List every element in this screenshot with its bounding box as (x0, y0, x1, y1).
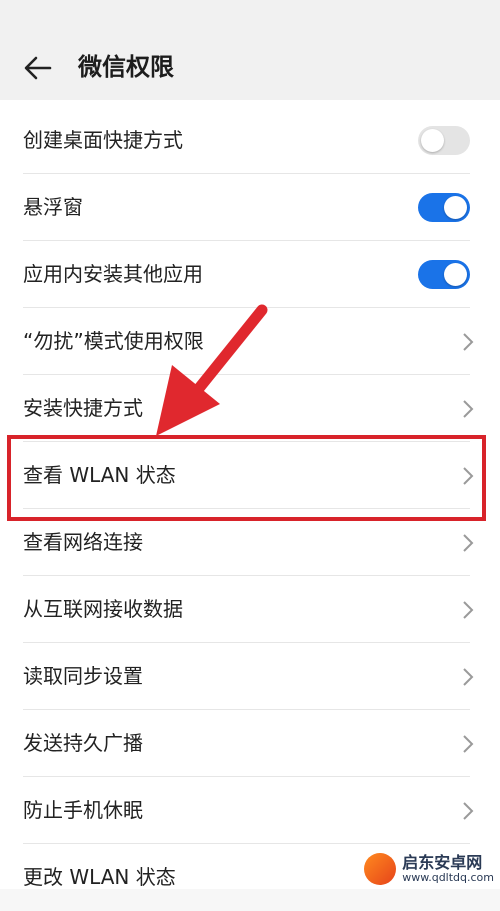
row-label: 安装快捷方式 (23, 396, 143, 420)
chevron-right-icon (463, 534, 474, 552)
permission-row-dnd-access[interactable]: “勿扰”模式使用权限 (0, 308, 500, 375)
toggle-knob (444, 263, 467, 286)
page-title: 微信权限 (78, 53, 174, 81)
toggle-switch-on[interactable] (418, 260, 470, 289)
row-label: “勿扰”模式使用权限 (23, 329, 204, 353)
toggle-knob (421, 129, 444, 152)
chevron-right-icon (463, 802, 474, 820)
permission-row-view-network[interactable]: 查看网络连接 (0, 509, 500, 576)
permission-row-create-shortcut[interactable]: 创建桌面快捷方式 (0, 107, 500, 174)
row-label: 从互联网接收数据 (23, 597, 183, 621)
chevron-right-icon (463, 467, 474, 485)
permission-row-read-sync[interactable]: 读取同步设置 (0, 643, 500, 710)
chevron-right-icon (463, 735, 474, 753)
toggle-switch-on[interactable] (418, 193, 470, 222)
watermark-url: www.qdltdq.com (402, 870, 494, 884)
watermark-name: 启东安卓网 (402, 853, 483, 873)
row-label: 查看网络连接 (23, 530, 143, 554)
toggle-knob (444, 196, 467, 219)
permission-row-sticky-broadcast[interactable]: 发送持久广播 (0, 710, 500, 777)
permission-row-floating-window[interactable]: 悬浮窗 (0, 174, 500, 241)
chevron-right-icon (463, 668, 474, 686)
chevron-right-icon (463, 400, 474, 418)
row-label: 悬浮窗 (23, 195, 83, 219)
watermark-logo-icon (364, 853, 397, 885)
row-label: 查看 WLAN 状态 (23, 463, 176, 487)
toggle-switch-off[interactable] (418, 126, 470, 155)
permission-list: 创建桌面快捷方式 悬浮窗 应用内安装其他应用 “勿扰”模式使用权限 安装快捷方式… (0, 100, 500, 889)
permission-row-prevent-sleep[interactable]: 防止手机休眠 (0, 777, 500, 844)
permission-row-receive-data[interactable]: 从互联网接收数据 (0, 576, 500, 643)
site-watermark: 启东安卓网 www.qdltdq.com (364, 853, 494, 885)
row-label: 发送持久广播 (23, 731, 143, 755)
row-label: 更改 WLAN 状态 (23, 865, 176, 889)
back-button[interactable] (18, 48, 58, 88)
permission-row-view-wlan-state[interactable]: 查看 WLAN 状态 (0, 442, 500, 509)
row-label: 应用内安装其他应用 (23, 262, 203, 286)
chevron-right-icon (463, 601, 474, 619)
row-label: 读取同步设置 (23, 664, 143, 688)
chevron-right-icon (463, 333, 474, 351)
permission-row-install-apps[interactable]: 应用内安装其他应用 (0, 241, 500, 308)
arrow-left-icon (24, 56, 52, 80)
row-label: 防止手机休眠 (23, 798, 143, 822)
row-label: 创建桌面快捷方式 (23, 128, 183, 152)
app-header: 微信权限 (0, 0, 500, 100)
permission-row-install-shortcut[interactable]: 安装快捷方式 (0, 375, 500, 442)
